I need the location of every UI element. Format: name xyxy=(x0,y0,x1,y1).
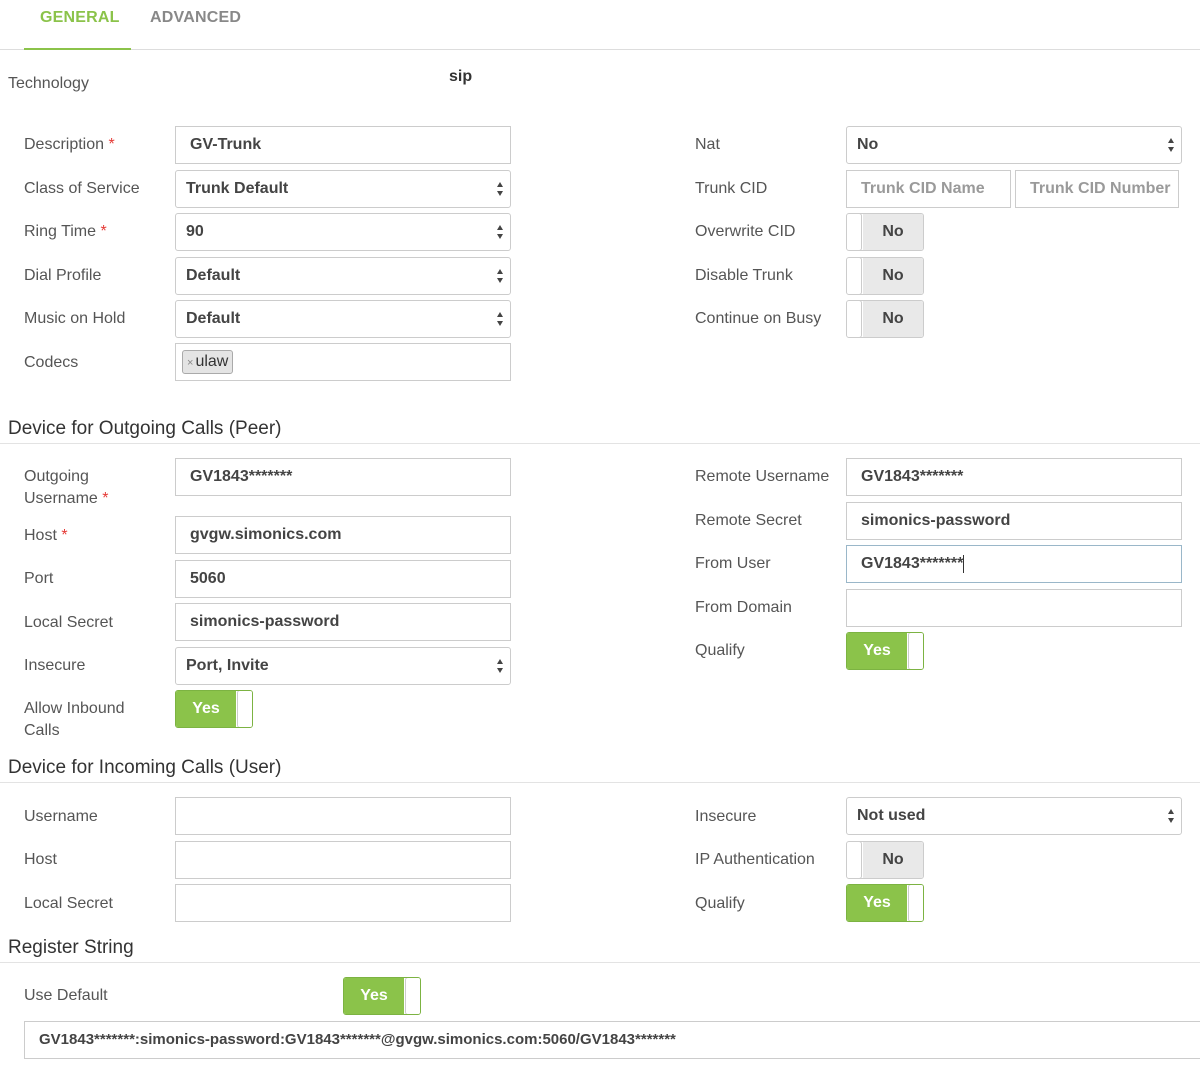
class-of-service-value: Trunk Default xyxy=(186,180,289,197)
remote-secret-input[interactable]: simonics-password xyxy=(846,502,1182,540)
nat-label: Nat xyxy=(695,136,720,153)
description-input[interactable]: GV-Trunk xyxy=(175,126,511,164)
select-arrows-icon xyxy=(496,310,504,328)
trunk-cid-number-input[interactable]: Trunk CID Number xyxy=(1015,170,1179,208)
select-arrows-icon xyxy=(496,657,504,675)
nat-select[interactable]: No xyxy=(846,126,1182,164)
dial-profile-select[interactable]: Default xyxy=(175,257,511,295)
user-username-label: Username xyxy=(24,808,98,825)
dial-profile-label: Dial Profile xyxy=(24,267,102,284)
from-user-label: From User xyxy=(695,555,771,572)
peer-section-title: Device for Outgoing Calls (Peer) xyxy=(8,418,282,439)
codecs-label: Codecs xyxy=(24,354,79,371)
nat-value: No xyxy=(857,136,879,153)
from-user-input[interactable]: GV1843******* xyxy=(846,545,1182,583)
use-default-toggle[interactable]: Yes xyxy=(343,977,421,1015)
music-on-hold-label: Music on Hold xyxy=(24,310,126,327)
remove-tag-icon[interactable]: × xyxy=(187,357,193,369)
peer-insecure-label: Insecure xyxy=(24,657,86,674)
peer-qualify-toggle[interactable]: Yes xyxy=(846,632,924,670)
class-of-service-select[interactable]: Trunk Default xyxy=(175,170,511,208)
peer-qualify-label: Qualify xyxy=(695,642,745,659)
divider xyxy=(0,782,1200,783)
ring-time-label: Ring Time * xyxy=(24,223,107,240)
use-default-label: Use Default xyxy=(24,987,108,1004)
from-domain-label: From Domain xyxy=(695,599,792,616)
tab-general[interactable]: GENERAL xyxy=(24,0,131,50)
tab-bar: GENERAL ADVANCED xyxy=(0,0,1200,50)
user-insecure-label: Insecure xyxy=(695,808,757,825)
user-host-label: Host xyxy=(24,851,57,868)
allow-inbound-label: Allow Inbound Calls xyxy=(24,700,125,739)
divider xyxy=(0,443,1200,444)
technology-label: Technology xyxy=(8,75,89,92)
register-string-input[interactable]: GV1843*******:simonics-password:GV1843**… xyxy=(24,1021,1200,1059)
user-section-title: Device for Incoming Calls (User) xyxy=(8,757,282,778)
ip-auth-toggle[interactable]: No xyxy=(846,841,924,879)
select-arrows-icon xyxy=(496,180,504,198)
music-on-hold-select[interactable]: Default xyxy=(175,300,511,338)
continue-on-busy-label: Continue on Busy xyxy=(695,310,822,327)
description-label: Description * xyxy=(24,136,115,153)
class-of-service-label: Class of Service xyxy=(24,180,140,197)
overwrite-cid-toggle[interactable]: No xyxy=(846,213,924,251)
remote-secret-label: Remote Secret xyxy=(695,512,802,529)
select-arrows-icon xyxy=(496,267,504,285)
register-section-title: Register String xyxy=(8,937,134,958)
divider xyxy=(0,962,1200,963)
disable-trunk-label: Disable Trunk xyxy=(695,267,793,284)
dial-profile-value: Default xyxy=(186,267,241,284)
codec-tag: × ulaw xyxy=(182,350,234,374)
port-input[interactable]: 5060 xyxy=(175,560,511,598)
peer-local-secret-input[interactable]: simonics-password xyxy=(175,603,511,641)
peer-insecure-select[interactable]: Port, Invite xyxy=(175,647,511,685)
user-insecure-value: Not used xyxy=(857,807,926,824)
text-caret xyxy=(963,554,965,573)
port-label: Port xyxy=(24,570,54,587)
select-arrows-icon xyxy=(496,223,504,241)
ring-time-select[interactable]: 90 xyxy=(175,213,511,251)
disable-trunk-toggle[interactable]: No xyxy=(846,257,924,295)
overwrite-cid-label: Overwrite CID xyxy=(695,223,796,240)
peer-local-secret-label: Local Secret xyxy=(24,614,113,631)
select-arrows-icon xyxy=(1167,807,1175,825)
user-qualify-toggle[interactable]: Yes xyxy=(846,884,924,922)
music-on-hold-value: Default xyxy=(186,310,241,327)
tab-advanced[interactable]: ADVANCED xyxy=(150,0,241,50)
user-local-secret-label: Local Secret xyxy=(24,895,113,912)
technology-value: sip xyxy=(449,68,473,85)
trunk-cid-name-input[interactable]: Trunk CID Name xyxy=(846,170,1011,208)
peer-host-label: Host * xyxy=(24,527,68,544)
peer-host-input[interactable]: gvgw.simonics.com xyxy=(175,516,511,554)
remote-username-label: Remote Username xyxy=(695,468,830,485)
ip-auth-label: IP Authentication xyxy=(695,851,815,868)
trunk-cid-label: Trunk CID xyxy=(695,180,768,197)
from-domain-input[interactable] xyxy=(846,589,1182,627)
user-local-secret-input[interactable] xyxy=(175,884,511,922)
remote-username-input[interactable]: GV1843******* xyxy=(846,458,1182,496)
continue-on-busy-toggle[interactable]: No xyxy=(846,300,924,338)
user-insecure-select[interactable]: Not used xyxy=(846,797,1182,835)
outgoing-username-label: Outgoing Username * xyxy=(24,468,109,507)
user-host-input[interactable] xyxy=(175,841,511,879)
select-arrows-icon xyxy=(1167,136,1175,154)
ring-time-value: 90 xyxy=(186,223,204,240)
peer-insecure-value: Port, Invite xyxy=(186,657,269,674)
user-username-input[interactable] xyxy=(175,797,511,835)
allow-inbound-toggle[interactable]: Yes xyxy=(175,690,253,728)
outgoing-username-input[interactable]: GV1843******* xyxy=(175,458,511,496)
user-qualify-label: Qualify xyxy=(695,895,745,912)
